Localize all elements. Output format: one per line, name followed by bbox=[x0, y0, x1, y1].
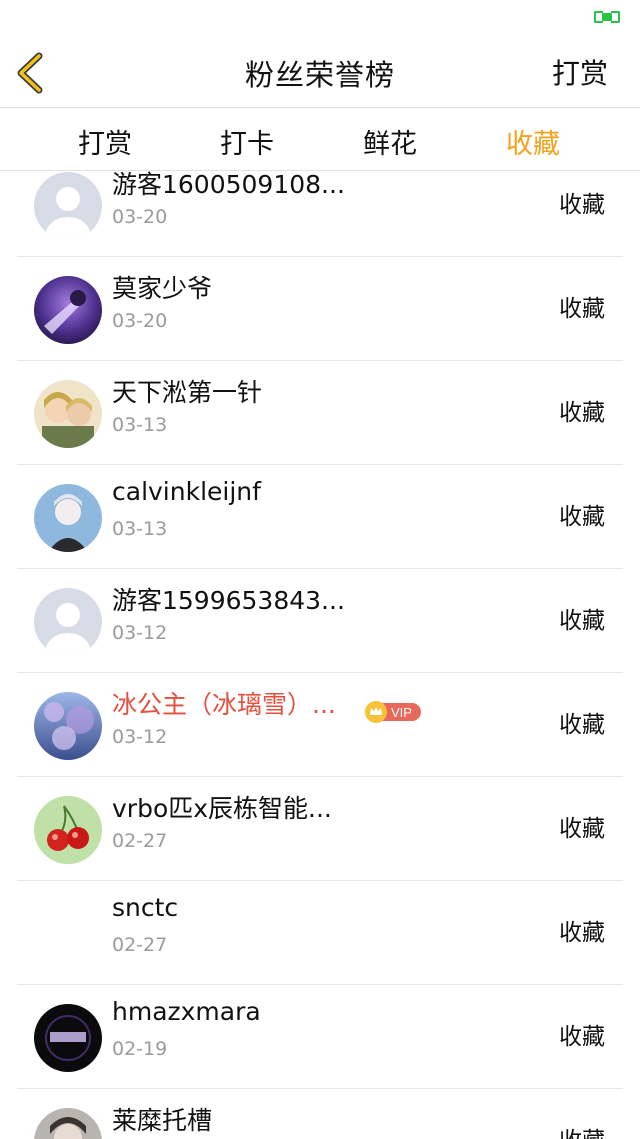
favorite-label: 收藏 bbox=[559, 816, 605, 842]
page-title: 粉丝荣誉榜 bbox=[244, 58, 395, 92]
date-label: 03-20 bbox=[112, 310, 168, 332]
avatar bbox=[34, 484, 102, 552]
favorite-label: 收藏 bbox=[559, 192, 605, 218]
favorite-label: 收藏 bbox=[559, 1024, 605, 1050]
user-name: 莫家少爷 bbox=[112, 274, 213, 303]
favorite-label: 收藏 bbox=[559, 920, 605, 946]
avatar bbox=[34, 276, 102, 344]
user-name: 冰公主（冰璃雪）... bbox=[112, 690, 336, 719]
date-label: 02-27 bbox=[112, 830, 168, 852]
favorite-label: 收藏 bbox=[559, 504, 605, 530]
list-item[interactable]: hmazxmara 02-19 收藏 bbox=[17, 985, 623, 1089]
tab-reward[interactable]: 打赏 bbox=[78, 122, 132, 161]
user-name: 天下淞第一针 bbox=[112, 378, 263, 407]
avatar bbox=[34, 1004, 102, 1072]
list-item[interactable]: 游客1600509108... 03-20 收藏 bbox=[17, 171, 623, 257]
date-label: 03-20 bbox=[112, 206, 168, 228]
tab-bar: 打赏 打卡 鲜花 收藏 bbox=[0, 109, 640, 171]
user-name: hmazxmara bbox=[112, 997, 261, 1026]
list-item[interactable]: 莫家少爷 03-20 收藏 bbox=[17, 257, 623, 361]
user-name: 游客1600509108... bbox=[112, 171, 345, 199]
user-name: 游客1599653843... bbox=[112, 586, 345, 615]
avatar bbox=[34, 380, 102, 448]
tab-favorites[interactable]: 收藏 bbox=[506, 122, 560, 161]
user-name: vrbo匹x辰栋智能... bbox=[112, 794, 332, 823]
favorite-label: 收藏 bbox=[559, 608, 605, 634]
tab-flowers[interactable]: 鲜花 bbox=[363, 122, 417, 161]
favorite-label: 收藏 bbox=[559, 400, 605, 426]
list-item[interactable]: vrbo匹x辰栋智能... 02-27 收藏 bbox=[17, 777, 623, 881]
avatar bbox=[34, 796, 102, 864]
battery-icon bbox=[594, 11, 620, 23]
list-item[interactable]: 冰公主（冰璃雪）... VIP 03-12 收藏 bbox=[17, 673, 623, 777]
vip-badge: VIP bbox=[365, 701, 423, 723]
list-item[interactable]: 游客1599653843... 03-12 收藏 bbox=[17, 569, 623, 673]
date-label: 03-13 bbox=[112, 414, 168, 436]
reward-button[interactable]: 打赏 bbox=[552, 52, 608, 92]
vip-badge-label: VIP bbox=[391, 705, 412, 720]
avatar bbox=[34, 1108, 102, 1139]
avatar bbox=[34, 172, 102, 240]
favorite-label: 收藏 bbox=[559, 712, 605, 738]
list-item[interactable]: calvinkleijnf 03-13 收藏 bbox=[17, 465, 623, 569]
avatar bbox=[34, 692, 102, 760]
list-item[interactable]: snctc 02-27 收藏 bbox=[17, 881, 623, 985]
fan-list: 游客1600509108... 03-20 收藏 莫家少爷 03-20 收藏 天… bbox=[0, 171, 640, 1139]
user-name: snctc bbox=[112, 893, 179, 922]
date-label: 02-27 bbox=[112, 934, 168, 956]
user-name: calvinkleijnf bbox=[112, 477, 261, 506]
navigation-bar: 粉丝荣誉榜 打赏 bbox=[0, 40, 640, 108]
user-name: 莱糜托槽 bbox=[112, 1106, 213, 1135]
status-bar bbox=[0, 0, 640, 40]
list-item[interactable]: 莱糜托槽 收藏 bbox=[17, 1089, 623, 1139]
avatar bbox=[34, 588, 102, 656]
favorite-label: 收藏 bbox=[559, 296, 605, 322]
tab-checkin[interactable]: 打卡 bbox=[220, 122, 274, 161]
date-label: 03-12 bbox=[112, 622, 168, 644]
date-label: 03-13 bbox=[112, 518, 168, 540]
list-item[interactable]: 天下淞第一针 03-13 收藏 bbox=[17, 361, 623, 465]
date-label: 03-12 bbox=[112, 726, 168, 748]
favorite-label: 收藏 bbox=[559, 1121, 605, 1139]
date-label: 02-19 bbox=[112, 1038, 168, 1060]
